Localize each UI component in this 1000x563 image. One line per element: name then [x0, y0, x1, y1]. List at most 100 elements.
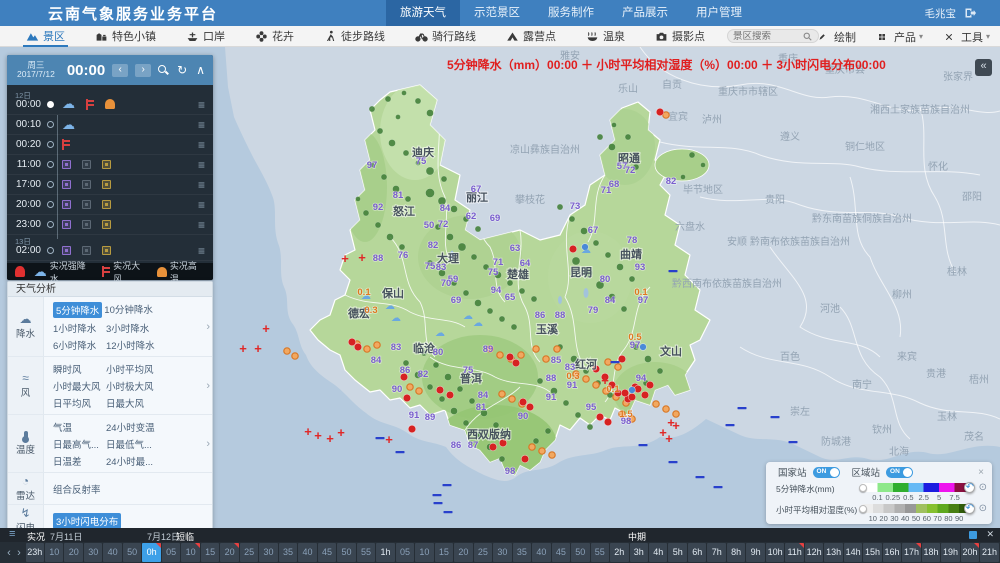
timeline-cell-14h[interactable]: 14h [844, 543, 862, 562]
action-grid[interactable]: 产品▾ [878, 29, 923, 45]
timeline-cell-20h[interactable]: 20h [961, 543, 979, 562]
collapse-icon[interactable]: ∧ [196, 63, 205, 77]
timeline-cell-15[interactable]: 15 [435, 543, 453, 562]
toggle-区域站[interactable]: ON [886, 467, 913, 478]
timeline-cell-21h[interactable]: 21h [980, 543, 998, 562]
timeline-cell-45[interactable]: 45 [552, 543, 570, 562]
legend-close-icon[interactable]: × [978, 467, 984, 478]
row-list-icon[interactable]: ≡ [198, 198, 205, 212]
timeline-cell-30[interactable]: 30 [493, 543, 511, 562]
nav-item-2[interactable]: 示范景区 [460, 0, 534, 26]
timeline-cell-20[interactable]: 20 [454, 543, 472, 562]
timeline-cell-10[interactable]: 10 [45, 543, 63, 562]
option-小时平均风[interactable]: 小时平均风 [106, 362, 157, 376]
toolbar-item-hike[interactable]: 徒步路线 [324, 26, 385, 47]
toolbar-item-spring[interactable]: 温泉 [586, 26, 625, 47]
prev-time-button[interactable]: ‹ [112, 64, 128, 77]
timeline-cell-45[interactable]: 45 [318, 543, 336, 562]
time-row-23:00[interactable]: 23:00≡ [7, 215, 213, 235]
toolbar-item-tent[interactable]: 露营点 [506, 26, 556, 47]
eye-icon[interactable]: ⊙ [979, 482, 987, 493]
time-row-11:00[interactable]: 11:00≡ [7, 155, 213, 175]
time-row-00:00[interactable]: 12日00:00☁≡ [7, 89, 213, 115]
nav-item-4[interactable]: 产品展示 [608, 0, 682, 26]
toolbar-item-port[interactable]: 口岸 [186, 26, 225, 47]
option-3小时降水[interactable]: 3小时降水 [106, 321, 157, 335]
more-chevron-icon[interactable]: › [206, 380, 210, 392]
scale-gradient-bar[interactable] [862, 504, 970, 513]
timeline-cell-40[interactable]: 40 [298, 543, 316, 562]
logout-icon[interactable] [964, 7, 976, 19]
nav-item-5[interactable]: 用户管理 [682, 0, 756, 26]
timeline-cell-05[interactable]: 05 [396, 543, 414, 562]
timeline-cell-15[interactable]: 15 [201, 543, 219, 562]
timeline-cell-50[interactable]: 50 [123, 543, 141, 562]
row-list-icon[interactable]: ≡ [198, 244, 205, 258]
timeline-cell-16h[interactable]: 16h [883, 543, 901, 562]
timeline-next[interactable]: › [14, 544, 24, 563]
timeline-cell-25[interactable]: 25 [474, 543, 492, 562]
row-radio[interactable] [47, 121, 54, 128]
row-radio[interactable] [47, 247, 54, 254]
timeline-cell-10[interactable]: 10 [181, 543, 199, 562]
more-chevron-icon[interactable]: › [206, 321, 210, 333]
panel-collapse-button[interactable]: « [975, 59, 992, 76]
timeline-cell-17h[interactable]: 17h [902, 543, 920, 562]
timeline-cell-11h[interactable]: 11h [785, 543, 803, 562]
row-list-icon[interactable]: ≡ [198, 138, 205, 152]
row-list-icon[interactable]: ≡ [198, 218, 205, 232]
option-日温差[interactable]: 日温差 [53, 454, 104, 468]
option-气温[interactable]: 气温 [53, 420, 104, 434]
timeline-cell-50[interactable]: 50 [337, 543, 355, 562]
timeline-cell-0h[interactable]: 0h [142, 543, 160, 562]
option-瞬时风[interactable]: 瞬时风 [53, 362, 104, 376]
row-list-icon[interactable]: ≡ [198, 98, 205, 112]
timeline-cell-55[interactable]: 55 [357, 543, 375, 562]
timeline-cell-40[interactable]: 40 [103, 543, 121, 562]
timeline-cell-5h[interactable]: 5h [668, 543, 686, 562]
toggle-国家站[interactable]: ON [813, 467, 840, 478]
toolbar-item-flower[interactable]: 花卉 [255, 26, 294, 47]
timeline-cell-3h[interactable]: 3h [630, 543, 648, 562]
option-24小时变温[interactable]: 24小时变温 [106, 420, 157, 434]
option-小时极大风[interactable]: 小时极大风 [106, 379, 157, 393]
action-pen[interactable]: 绘制 [818, 29, 856, 45]
option-1小时降水[interactable]: 1小时降水 [53, 321, 104, 335]
nav-item-1[interactable]: 旅游天气 [386, 0, 460, 26]
undo-icon[interactable]: ↶ [966, 503, 974, 514]
option-6小时降水[interactable]: 6小时降水 [53, 338, 104, 352]
timeline-cell-30[interactable]: 30 [84, 543, 102, 562]
row-list-icon[interactable]: ≡ [198, 158, 205, 172]
option-5分钟降水[interactable]: 5分钟降水 [53, 302, 102, 318]
timeline-cell-1h[interactable]: 1h [376, 543, 394, 562]
row-radio[interactable] [47, 201, 54, 208]
option-日最大风[interactable]: 日最大风 [106, 396, 157, 410]
time-row-17:00[interactable]: 17:00≡ [7, 175, 213, 195]
row-radio[interactable] [47, 101, 54, 108]
timeline-cell-10h[interactable]: 10h [766, 543, 784, 562]
scale-gradient-bar[interactable] [862, 483, 970, 492]
timeline-cell-40[interactable]: 40 [532, 543, 550, 562]
option-小时最大风[interactable]: 小时最大风 [53, 379, 104, 393]
scale-handle-left[interactable] [859, 505, 867, 513]
timeline-cell-12h[interactable]: 12h [805, 543, 823, 562]
timeline-cell-9h[interactable]: 9h [746, 543, 764, 562]
timeline-cell-30[interactable]: 30 [259, 543, 277, 562]
timeline-cell-05[interactable]: 05 [162, 543, 180, 562]
timeline-cell-6h[interactable]: 6h [688, 543, 706, 562]
toolbar-item-town[interactable]: 特色小镇 [95, 26, 156, 47]
time-row-20:00[interactable]: 20:00≡ [7, 195, 213, 215]
search-icon[interactable] [158, 65, 168, 75]
timeline-calendar-icon[interactable] [969, 531, 977, 539]
timeline-cell-10[interactable]: 10 [415, 543, 433, 562]
timeline-cell-35[interactable]: 35 [279, 543, 297, 562]
row-radio[interactable] [47, 221, 54, 228]
timeline-cell-20[interactable]: 20 [220, 543, 238, 562]
option-24小时最...[interactable]: 24小时最... [106, 454, 157, 468]
row-list-icon[interactable]: ≡ [198, 118, 205, 132]
timeline-close-icon[interactable]: ✕ [986, 529, 994, 540]
option-日最低气...[interactable]: 日最低气... [106, 437, 157, 451]
timeline-prev[interactable]: ‹ [4, 544, 14, 563]
row-radio[interactable] [47, 141, 54, 148]
timeline-cell-20[interactable]: 20 [64, 543, 82, 562]
